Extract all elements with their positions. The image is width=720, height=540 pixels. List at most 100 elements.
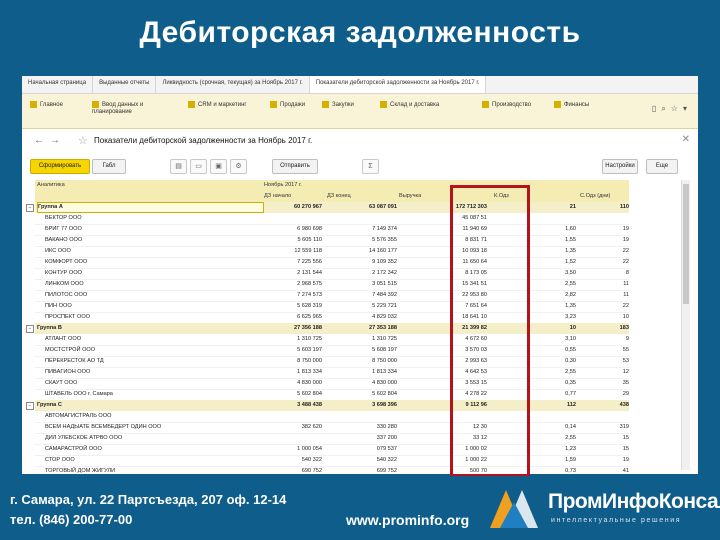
cell-ds-start: 5 605 110: [297, 237, 322, 243]
slide-footer: г. Самара, ул. 22 Партсъезда, 207 оф. 12…: [0, 476, 720, 540]
sum-icon[interactable]: Σ: [362, 159, 379, 174]
section-production[interactable]: Производство: [482, 101, 531, 109]
cell-ds-start: [264, 213, 322, 224]
cell-ds-end: 27 353 188: [369, 325, 397, 331]
row-name: ПЕРЕКРЕСТОК АО ТД: [45, 358, 104, 364]
cell-ds-end: 5 576 355: [372, 237, 397, 243]
cell-ds-start: 7 225 556: [297, 259, 322, 265]
cell-s-od: 35: [622, 380, 629, 386]
section-input[interactable]: Ввод данных и планирование: [92, 101, 172, 116]
cell-ds-start: 4 830 000: [297, 380, 322, 386]
send-button[interactable]: Отправить: [272, 159, 318, 174]
group-row[interactable]: Группа С3 488 438 3 698 396 9 112 96 112 438: [35, 400, 629, 411]
crm-icon: [188, 101, 195, 108]
grid-scrollbar[interactable]: [681, 180, 690, 470]
more-button[interactable]: Еще: [646, 159, 678, 174]
column-period: Ноябрь 2017 г.: [264, 182, 302, 188]
row-name: ДИЛ УЛЕБСКОЕ АТРВО ООО: [45, 435, 123, 441]
section-warehouse[interactable]: Склад и доставка: [380, 101, 439, 109]
open-tab[interactable]: Начальная страница: [22, 76, 94, 93]
cell-s-od: [580, 411, 629, 422]
cell-ds-end: 63 087 091: [369, 204, 397, 210]
nav-arrows-icon[interactable]: ←→: [34, 135, 66, 146]
cell-ds-start: 5 602 804: [297, 391, 322, 397]
logo-tagline: интеллектуальные решения: [551, 517, 682, 524]
cell-ds-end: 699 752: [376, 468, 397, 474]
cell-s-od: 183: [619, 325, 629, 331]
cell-ds-end: 337 200: [376, 435, 397, 441]
layout-button[interactable]: Габл: [92, 159, 126, 174]
cell-ds-start: 8 750 000: [297, 358, 322, 364]
cell-s-od: 41: [622, 468, 629, 474]
settings-button[interactable]: Настройки: [602, 159, 638, 174]
close-icon[interactable]: ✕: [682, 134, 690, 145]
column-s-od: С.Одз (дни): [580, 193, 611, 199]
save-icon[interactable]: ▣: [210, 159, 227, 174]
cell-ds-end: 1 310 725: [372, 336, 397, 342]
row-name: КОНТУР ООО: [45, 270, 82, 276]
row-name: ПИН ООО: [45, 303, 72, 309]
open-tab[interactable]: Ликвидность (срочная, текущая) за Ноябрь…: [156, 76, 310, 93]
cell-ds-end: [327, 411, 397, 422]
cell-ds-end: 8 750 000: [372, 358, 397, 364]
row-name: ЛИНКОМ ООО: [45, 281, 84, 287]
report-header-row: Аналитика Ноябрь 2017 г.: [35, 180, 629, 191]
group-row[interactable]: Группа А 60 270 967 63 087 091 172 712 303 2…: [35, 202, 629, 213]
slide-title: Дебиторская задолженность: [139, 16, 581, 49]
cell-ds-end: 3 698 396: [372, 402, 397, 408]
footer-website[interactable]: www.prominfo.org: [346, 512, 469, 528]
column-analytics: Аналитика: [37, 182, 65, 188]
copy-icon[interactable]: ▭: [190, 159, 207, 174]
expand-toggle-icon[interactable]: −: [26, 325, 34, 333]
cell-ds-end: 7 484 392: [372, 292, 397, 298]
cell-ds-end: [327, 213, 397, 224]
cell-s-od: 10: [622, 314, 629, 320]
row-name: ВСЕМ НАДЫАТЕ ВСЕМБЕДЕРТ ОДИН ООО: [45, 424, 162, 430]
open-tab-active[interactable]: Показатели дебиторской задолженности за …: [309, 76, 487, 93]
warehouse-icon: [380, 101, 387, 108]
print-icon[interactable]: ▤: [170, 159, 187, 174]
cell-ds-end: 540 322: [376, 457, 397, 463]
form-title: Показатели дебиторской задолженности за …: [94, 136, 313, 145]
settings-icon[interactable]: ⚙: [230, 159, 247, 174]
table-row[interactable]: ТОРГОВЫЙ ДОМ ЖИГУЛИ 690 752 699 752 500 70 0…: [35, 466, 629, 474]
cell-s-od: 53: [622, 358, 629, 364]
open-tabs-bar: Начальная страница Выданные отчеты Ликвидн…: [22, 76, 698, 94]
section-sales[interactable]: Продажи: [270, 101, 305, 109]
cell-s-od: 19: [622, 237, 629, 243]
cell-s-od: 8: [625, 270, 629, 276]
window-tools[interactable]: ▯⌕☆▾: [652, 104, 692, 114]
cell-ds-end: 4 829 032: [372, 314, 397, 320]
expand-toggle-icon[interactable]: −: [26, 204, 34, 212]
row-name: ВЕКТОР ООО: [45, 215, 82, 221]
section-crm[interactable]: CRM и маркетинг: [188, 101, 247, 109]
production-icon: [482, 101, 489, 108]
cell-ds-start: 690 752: [301, 468, 322, 474]
cell-ds-start: 1 310 725: [297, 336, 322, 342]
cell-ds-start: 12 559 118: [294, 248, 322, 254]
section-purchases[interactable]: Закупки: [322, 101, 354, 109]
expand-toggle-icon[interactable]: −: [26, 402, 34, 410]
row-name: АВТОМАГИСТРАЛЬ ООО: [45, 413, 112, 419]
scrollbar-thumb[interactable]: [683, 184, 689, 304]
row-name: СТОР ООО: [45, 457, 75, 463]
report-grid: Аналитика Ноябрь 2017 г. ДЗ начало ДЗ ко…: [22, 180, 698, 474]
column-ds-end: ДЗ конец: [327, 193, 351, 199]
k-od-highlight-frame: [450, 185, 530, 477]
cell-ds-start: [264, 433, 322, 444]
row-name: ВАКАНО ООО: [45, 237, 83, 243]
cell-ds-start: [264, 411, 322, 422]
cell-s-od: 22: [622, 259, 629, 265]
group-row[interactable]: Группа В 27 356 188 27 353 188 21 399 82 10 1…: [35, 323, 629, 334]
row-name: СКАУТ ООО: [45, 380, 78, 386]
cell-ds-end: 5 602 804: [372, 391, 397, 397]
section-finance[interactable]: Финансы: [554, 101, 589, 109]
cell-ds-end: 5 608 197: [372, 347, 397, 353]
open-tab[interactable]: Выданные отчеты: [93, 76, 157, 93]
generate-button[interactable]: Сформировать: [30, 159, 90, 174]
cell-s-od: [580, 213, 629, 224]
command-bar: Сформировать Габл ▤ ▭ ▣ ⚙ Отправить Σ На…: [22, 154, 698, 178]
cell-s-od: 11: [623, 292, 629, 298]
favorite-star-icon[interactable]: ☆: [78, 134, 88, 147]
section-main[interactable]: Главное: [30, 101, 63, 109]
